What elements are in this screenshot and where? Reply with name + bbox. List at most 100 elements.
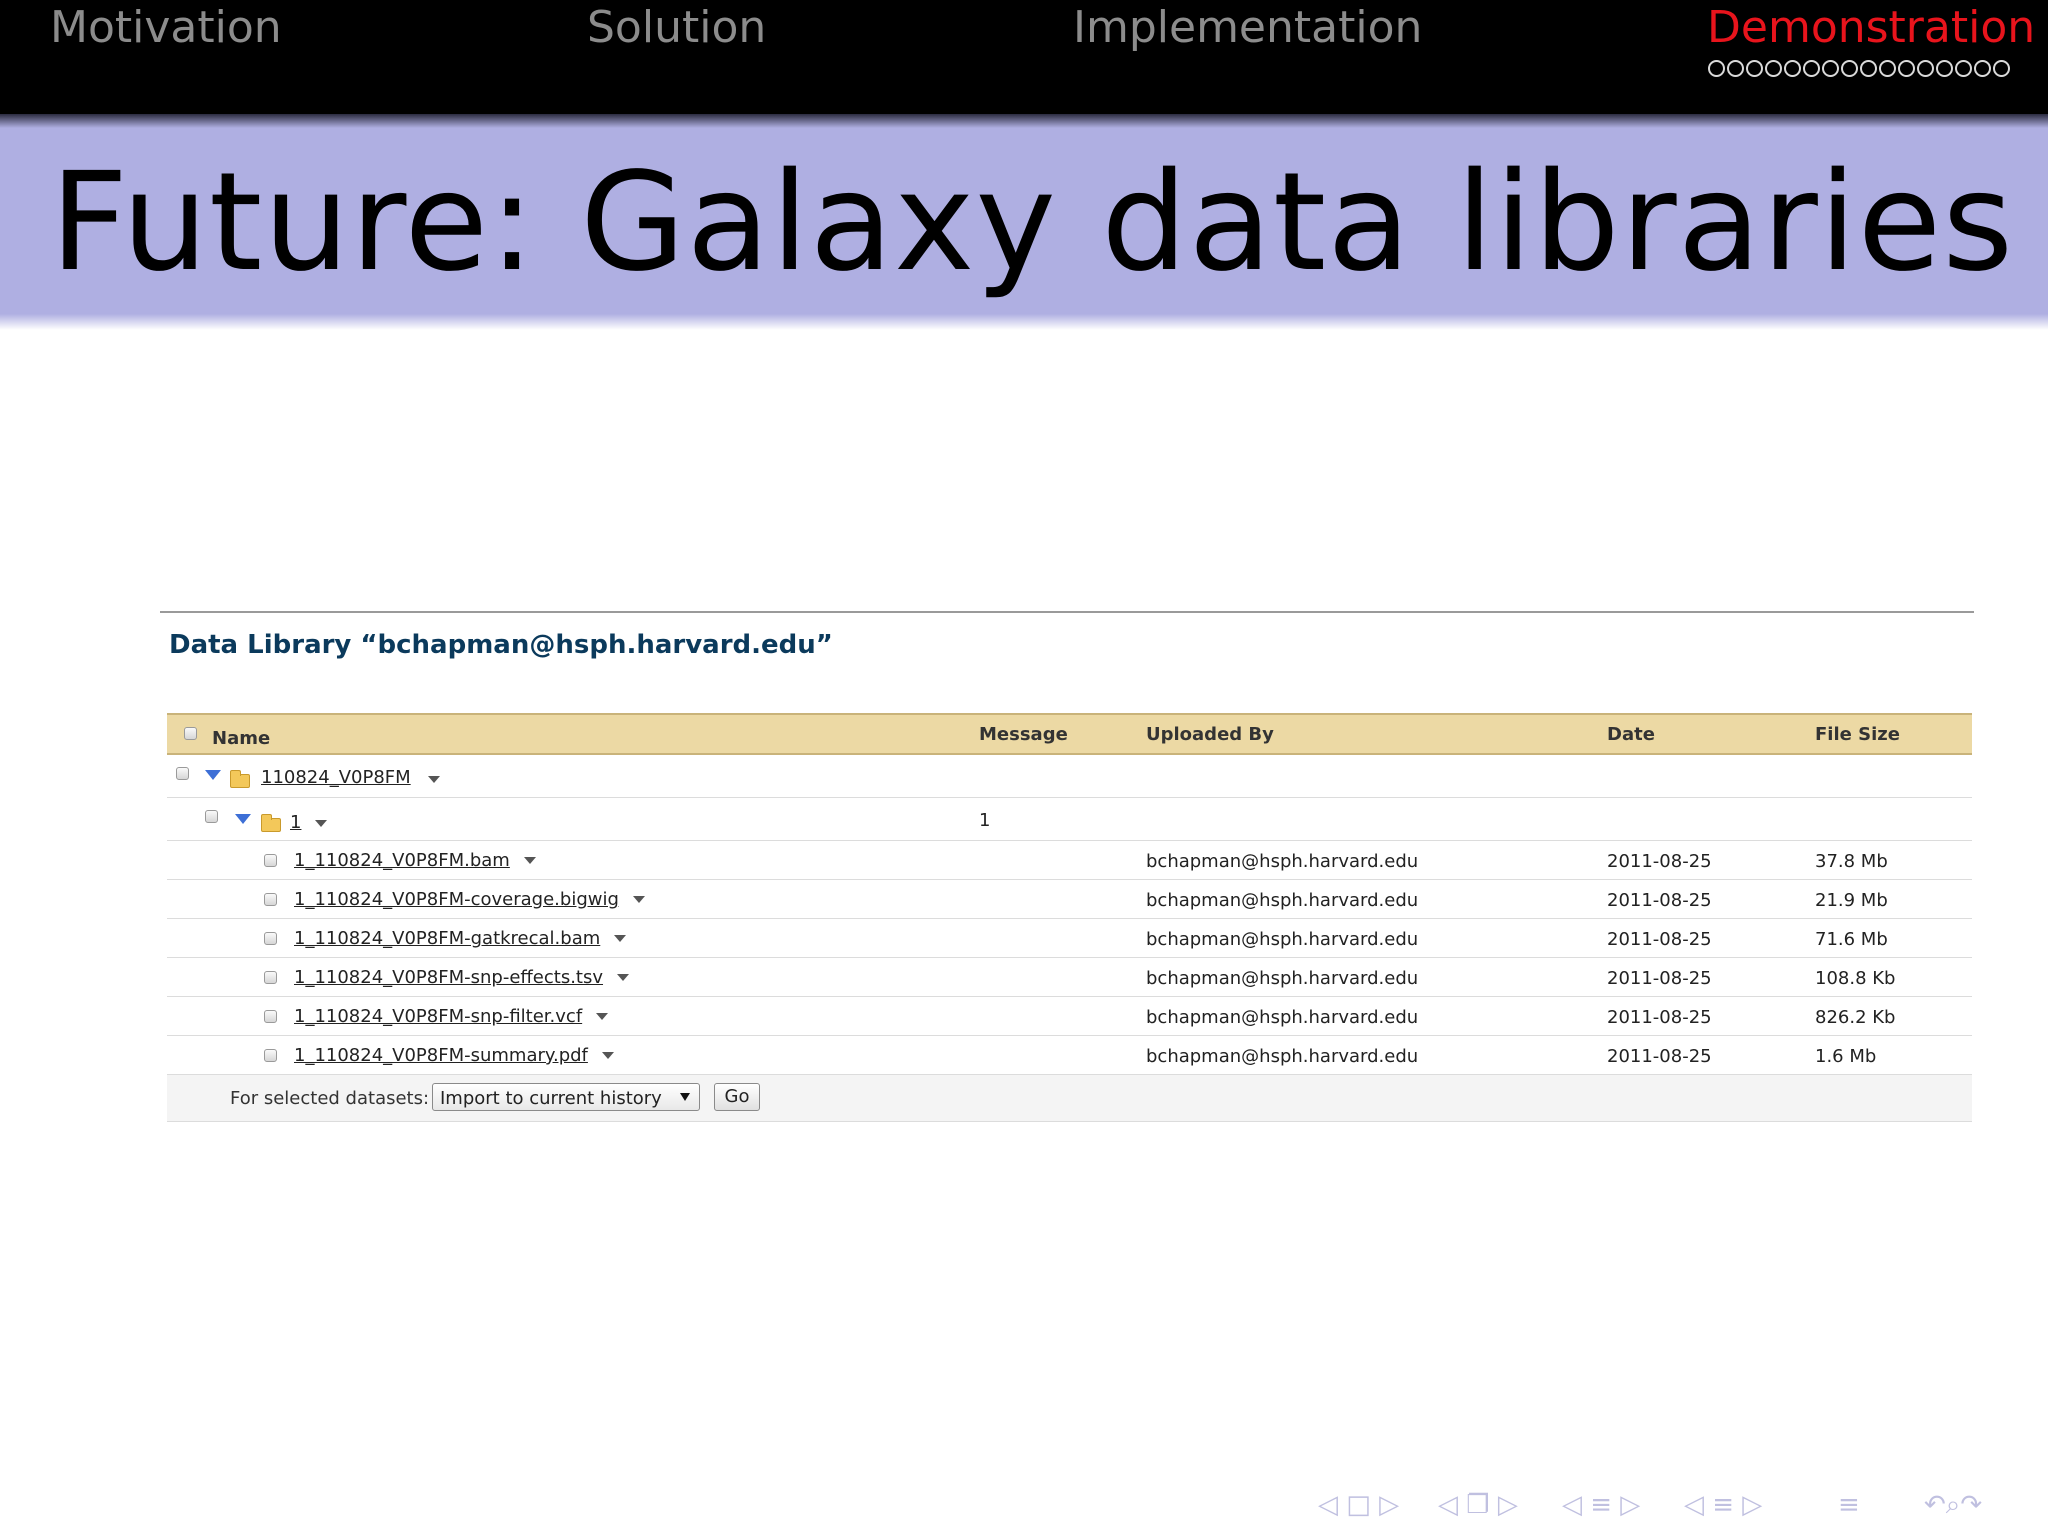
progress-dot[interactable]	[1898, 60, 1915, 77]
folder-icon	[230, 770, 250, 788]
progress-dot[interactable]	[1803, 60, 1820, 77]
subfolder-message: 1	[979, 810, 991, 831]
progress-dot[interactable]	[1841, 60, 1858, 77]
file-link[interactable]: 1_110824_V0P8FM-gatkrecal.bam	[294, 928, 600, 949]
file-size: 1.6 Mb	[1815, 1046, 1877, 1067]
bulk-action-label: For selected datasets:	[230, 1088, 430, 1109]
progress-dot[interactable]	[1993, 60, 2010, 77]
file-menu-caret-icon[interactable]	[614, 935, 626, 942]
file-date: 2011-08-25	[1607, 1007, 1712, 1028]
align-icon[interactable]: ≡	[1838, 1490, 1860, 1520]
file-menu-caret-icon[interactable]	[617, 974, 629, 981]
folder-menu-caret-icon[interactable]	[428, 776, 440, 783]
file-date: 2011-08-25	[1607, 890, 1712, 911]
section-nav-icons[interactable]: ◁ ≡ ▷	[1562, 1490, 1640, 1520]
progress-dot[interactable]	[1860, 60, 1877, 77]
progress-dot[interactable]	[1974, 60, 1991, 77]
file-uploaded-by: bchapman@hsph.harvard.edu	[1146, 968, 1419, 989]
section-navbar: Motivation Solution Implementation Demon…	[0, 0, 2048, 114]
subfolder-link[interactable]: 1	[290, 812, 301, 833]
frame-progress-dots	[1708, 60, 2010, 77]
folder-checkbox[interactable]	[176, 767, 189, 780]
file-link[interactable]: 1_110824_V0P8FM-snp-effects.tsv	[294, 967, 603, 988]
file-date: 2011-08-25	[1607, 1046, 1712, 1067]
file-uploaded-by: bchapman@hsph.harvard.edu	[1146, 851, 1419, 872]
bulk-action-bar: For selected datasets: Import to current…	[167, 1075, 1972, 1122]
folder-icon	[261, 814, 281, 832]
column-name[interactable]: Name	[212, 728, 270, 749]
title-band: Future: Galaxy data libraries	[0, 114, 2048, 330]
progress-dot[interactable]	[1765, 60, 1782, 77]
frame-nav-icons[interactable]: ◁ □ ▷	[1318, 1490, 1399, 1520]
bulk-action-select[interactable]: Import to current history	[432, 1083, 700, 1111]
library-heading: Data Library “bchapman@hsph.harvard.edu”	[169, 630, 833, 660]
file-date: 2011-08-25	[1607, 929, 1712, 950]
file-size: 71.6 Mb	[1815, 929, 1888, 950]
progress-dot[interactable]	[1879, 60, 1896, 77]
file-menu-caret-icon[interactable]	[596, 1013, 608, 1020]
expand-triangle-icon[interactable]	[235, 814, 251, 824]
progress-dot[interactable]	[1917, 60, 1934, 77]
library-table: Name Message Uploaded By Date File Size …	[167, 713, 1972, 1122]
file-checkbox[interactable]	[264, 1049, 277, 1062]
file-checkbox[interactable]	[264, 932, 277, 945]
file-link[interactable]: 1_110824_V0P8FM-snp-filter.vcf	[294, 1006, 582, 1027]
column-date[interactable]: Date	[1607, 724, 1655, 745]
file-checkbox[interactable]	[264, 1010, 277, 1023]
dropdown-arrow-icon	[680, 1093, 690, 1101]
file-row: 1_110824_V0P8FM-summary.pdf bchapman@hsph…	[167, 1036, 1972, 1075]
search-back-forward-icons[interactable]: ↶⌕↷	[1924, 1490, 1982, 1521]
file-menu-caret-icon[interactable]	[633, 896, 645, 903]
file-link[interactable]: 1_110824_V0P8FM-coverage.bigwig	[294, 889, 619, 910]
file-uploaded-by: bchapman@hsph.harvard.edu	[1146, 1046, 1419, 1067]
document-nav-icons[interactable]: ◁ ≡ ▷	[1684, 1490, 1762, 1520]
folder-link[interactable]: 110824_V0P8FM	[261, 767, 411, 788]
nav-section-motivation[interactable]: Motivation	[50, 2, 282, 53]
progress-dot[interactable]	[1727, 60, 1744, 77]
file-size: 108.8 Kb	[1815, 968, 1896, 989]
column-file-size[interactable]: File Size	[1815, 724, 1900, 745]
file-date: 2011-08-25	[1607, 968, 1712, 989]
file-menu-caret-icon[interactable]	[524, 857, 536, 864]
progress-dot[interactable]	[1708, 60, 1725, 77]
progress-dot[interactable]	[1822, 60, 1839, 77]
file-uploaded-by: bchapman@hsph.harvard.edu	[1146, 929, 1419, 950]
expand-triangle-icon[interactable]	[205, 770, 221, 780]
file-checkbox[interactable]	[264, 893, 277, 906]
file-menu-caret-icon[interactable]	[602, 1052, 614, 1059]
file-row: 1_110824_V0P8FM-snp-filter.vcf bchapman@h…	[167, 997, 1972, 1036]
column-message[interactable]: Message	[979, 724, 1068, 745]
file-link[interactable]: 1_110824_V0P8FM-summary.pdf	[294, 1045, 588, 1066]
file-row: 1_110824_V0P8FM-coverage.bigwig bchapman@…	[167, 880, 1972, 919]
file-checkbox[interactable]	[264, 971, 277, 984]
nav-section-implementation[interactable]: Implementation	[1073, 2, 1422, 53]
select-all-checkbox[interactable]	[184, 727, 197, 740]
separator-rule	[160, 611, 1974, 613]
nav-section-solution[interactable]: Solution	[587, 2, 766, 53]
progress-dot[interactable]	[1746, 60, 1763, 77]
table-header: Name Message Uploaded By Date File Size	[167, 713, 1972, 755]
go-button[interactable]: Go	[714, 1083, 760, 1111]
subfolder-row: 1 1	[167, 798, 1972, 841]
file-row: 1_110824_V0P8FM-snp-effects.tsv bchapman@…	[167, 958, 1972, 997]
file-size: 37.8 Mb	[1815, 851, 1888, 872]
progress-dot[interactable]	[1955, 60, 1972, 77]
file-checkbox[interactable]	[264, 854, 277, 867]
subsection-nav-icons[interactable]: ◁ ❐ ▷	[1438, 1490, 1518, 1520]
bulk-action-selected: Import to current history	[440, 1088, 662, 1109]
column-uploaded-by[interactable]: Uploaded By	[1146, 724, 1274, 745]
file-row: 1_110824_V0P8FM-gatkrecal.bam bchapman@hs…	[167, 919, 1972, 958]
folder-row: 110824_V0P8FM	[167, 755, 1972, 798]
file-size: 826.2 Kb	[1815, 1007, 1896, 1028]
subfolder-menu-caret-icon[interactable]	[315, 820, 327, 827]
slide-title: Future: Galaxy data libraries	[50, 144, 2015, 302]
progress-dot[interactable]	[1936, 60, 1953, 77]
file-size: 21.9 Mb	[1815, 890, 1888, 911]
progress-dot[interactable]	[1784, 60, 1801, 77]
subfolder-checkbox[interactable]	[205, 810, 218, 823]
file-link[interactable]: 1_110824_V0P8FM.bam	[294, 850, 510, 871]
nav-section-demonstration[interactable]: Demonstration	[1707, 2, 2035, 53]
file-date: 2011-08-25	[1607, 851, 1712, 872]
file-row: 1_110824_V0P8FM.bam bchapman@hsph.harvard…	[167, 841, 1972, 880]
file-uploaded-by: bchapman@hsph.harvard.edu	[1146, 1007, 1419, 1028]
